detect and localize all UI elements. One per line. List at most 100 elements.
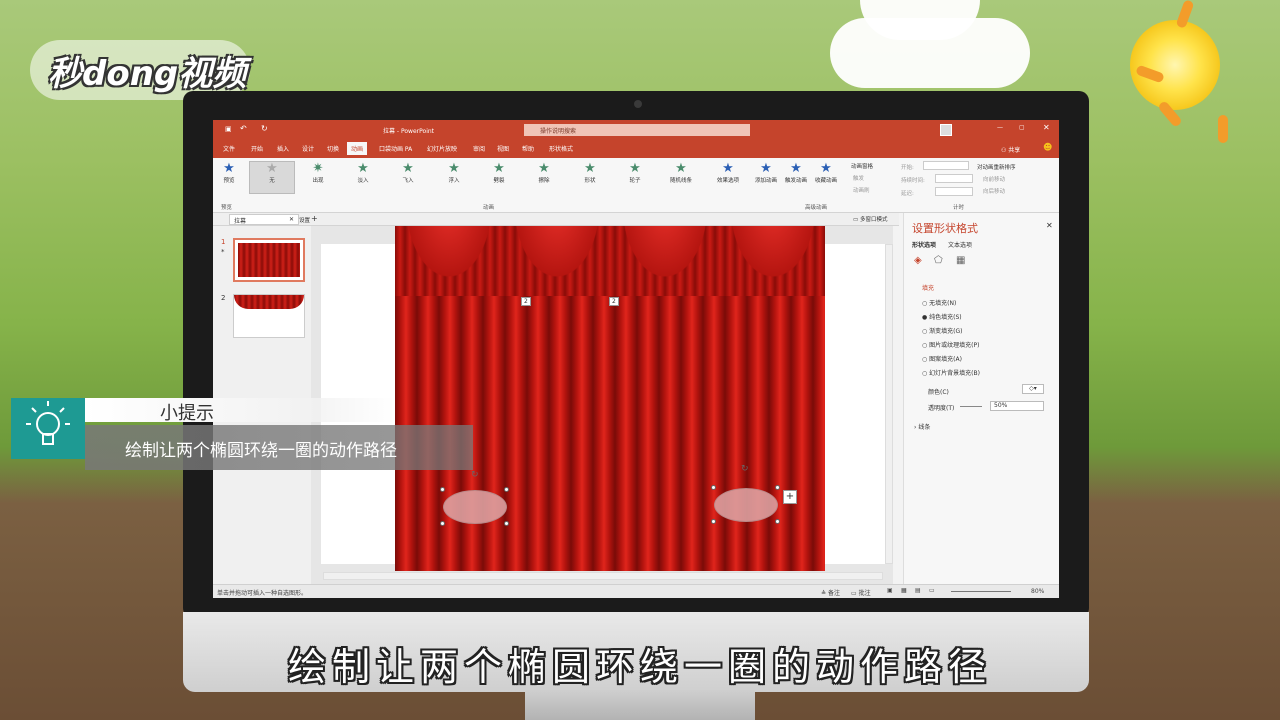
close-tab-icon[interactable]: ✕ bbox=[289, 216, 294, 223]
pane-title: 设置形状格式 bbox=[912, 222, 978, 235]
vertical-scrollbar[interactable] bbox=[885, 244, 893, 564]
preview-label: 预览 bbox=[223, 178, 235, 184]
share-button[interactable]: ⚇ 共享 bbox=[1001, 145, 1020, 154]
tab-file[interactable]: 文件 bbox=[223, 144, 235, 153]
line-section-header[interactable]: › 线条 bbox=[914, 422, 930, 431]
tab-text-options[interactable]: 文本选项 bbox=[948, 240, 972, 249]
tab-shape-options[interactable]: 形状选项 bbox=[912, 240, 936, 249]
tab-review[interactable]: 审阅 bbox=[473, 144, 485, 153]
horizontal-scrollbar[interactable] bbox=[323, 572, 883, 580]
effect-shape[interactable]: ★ 形状 bbox=[575, 162, 605, 185]
rotate-handle-icon[interactable]: ↻ bbox=[741, 464, 749, 474]
duration-input[interactable] bbox=[935, 174, 973, 183]
preview-button[interactable]: ★ 预览 bbox=[219, 162, 239, 185]
effect-none[interactable]: ★ 无 bbox=[249, 161, 295, 194]
document-tab[interactable]: 拉幕 ✕ bbox=[229, 214, 299, 225]
pane-close-icon[interactable]: ✕ bbox=[1046, 221, 1053, 230]
sorter-view-icon[interactable]: ▦ bbox=[901, 587, 907, 594]
favorite-animation-label: 收藏动画 bbox=[814, 178, 837, 184]
move-earlier-button[interactable]: 向前移动 bbox=[983, 175, 1005, 183]
slide-number: 2 bbox=[221, 294, 226, 302]
title-bar: ▣ ↶ ↻ 拉幕 - PowerPoint 操作说明搜索 — ▢ ✕ bbox=[213, 120, 1059, 140]
search-input[interactable]: 操作说明搜索 bbox=[524, 124, 750, 136]
ellipse-right[interactable] bbox=[714, 488, 778, 522]
close-button[interactable]: ✕ bbox=[1043, 123, 1050, 132]
tab-pocket-animation[interactable]: 口袋动画 PA bbox=[379, 144, 412, 153]
effects-icon[interactable]: ⬠ bbox=[934, 255, 943, 266]
transparency-input[interactable]: 50% bbox=[990, 401, 1044, 411]
fill-section-header[interactable]: 填充 bbox=[922, 283, 934, 292]
multi-window-button[interactable]: ▭ 多窗口模式 bbox=[853, 215, 887, 223]
start-select[interactable] bbox=[923, 161, 969, 170]
doc-settings[interactable]: 设置 bbox=[299, 216, 310, 224]
tab-transitions[interactable]: 切换 bbox=[327, 144, 339, 153]
transparency-label: 透明度(T) bbox=[928, 405, 955, 412]
move-later-button[interactable]: 向后移动 bbox=[983, 187, 1005, 195]
undo-icon[interactable]: ↶ bbox=[240, 124, 247, 133]
radio-gradient-fill[interactable]: ○ 渐变填充(G) bbox=[922, 326, 963, 335]
motion-path-marker[interactable]: 2 bbox=[609, 297, 619, 306]
status-bar: 单击并拖动可插入一种自选图形。 ≜ 备注 ▭ 批注 ▣ ▦ ▤ ▭ 80% bbox=[213, 584, 1059, 598]
fill-option-label: 无填充(N) bbox=[929, 300, 957, 307]
video-subtitle: 绘制让两个椭圆环绕一圈的动作路径 bbox=[287, 645, 992, 689]
effect-split[interactable]: ★ 劈裂 bbox=[484, 162, 514, 185]
tab-insert[interactable]: 插入 bbox=[277, 144, 289, 153]
effect-label: 出现 bbox=[312, 178, 324, 184]
normal-view-icon[interactable]: ▣ bbox=[887, 587, 893, 594]
zoom-level[interactable]: 80% bbox=[1031, 588, 1044, 595]
fill-line-icon[interactable]: ◈ bbox=[914, 255, 922, 266]
user-avatar[interactable] bbox=[940, 124, 952, 136]
multi-window-label: 多窗口模式 bbox=[859, 217, 888, 223]
comments-button[interactable]: ▭ 批注 bbox=[851, 588, 871, 597]
effect-wheel[interactable]: ★ 轮子 bbox=[620, 162, 650, 185]
trigger-dropdown[interactable]: 触发 bbox=[853, 174, 864, 182]
slide[interactable]: 2 2 ↻ ↻ + bbox=[321, 226, 893, 571]
animation-pane-button[interactable]: 动画窗格 bbox=[851, 162, 873, 170]
tab-shape-format[interactable]: 形状格式 bbox=[549, 144, 573, 153]
effect-label: 劈裂 bbox=[493, 178, 505, 184]
reading-view-icon[interactable]: ▤ bbox=[915, 587, 921, 594]
redo-icon[interactable]: ↻ bbox=[261, 124, 268, 133]
maximize-button[interactable]: ▢ bbox=[1019, 124, 1025, 131]
tab-slideshow[interactable]: 幻灯片放映 bbox=[427, 144, 457, 153]
motion-path-marker[interactable]: 2 bbox=[521, 297, 531, 306]
radio-pattern-fill[interactable]: ○ 图案填充(A) bbox=[922, 354, 962, 363]
effect-float-in[interactable]: ★ 浮入 bbox=[439, 162, 469, 185]
effect-random-bars[interactable]: ★ 随机线条 bbox=[663, 162, 699, 185]
slideshow-view-icon[interactable]: ▭ bbox=[929, 587, 935, 594]
favorite-animation-button[interactable]: ★ 收藏动画 bbox=[811, 162, 841, 185]
new-tab-icon[interactable]: + bbox=[311, 214, 318, 223]
effect-appear[interactable]: ✷ 出现 bbox=[303, 162, 333, 185]
notes-button[interactable]: ≜ 备注 bbox=[821, 588, 840, 597]
effect-fade[interactable]: ★ 淡入 bbox=[348, 162, 378, 185]
animation-painter-button[interactable]: 动画刷 bbox=[853, 186, 870, 194]
radio-picture-fill[interactable]: ○ 图片或纹理填充(P) bbox=[922, 340, 979, 349]
zoom-slider[interactable] bbox=[951, 591, 1011, 592]
monitor-stand bbox=[525, 690, 755, 720]
slide-thumbnail-2[interactable] bbox=[233, 294, 305, 338]
transparency-slider[interactable] bbox=[960, 406, 982, 407]
slide-thumbnail-1[interactable] bbox=[233, 238, 305, 282]
rotate-handle-icon[interactable]: ↻ bbox=[471, 470, 479, 480]
tab-help[interactable]: 帮助 bbox=[522, 144, 534, 153]
radio-solid-fill[interactable]: ● 纯色填充(S) bbox=[922, 312, 962, 321]
tab-home[interactable]: 开始 bbox=[251, 144, 263, 153]
tab-animations[interactable]: 动画 bbox=[347, 142, 368, 155]
size-properties-icon[interactable]: ▦ bbox=[956, 255, 965, 266]
color-picker[interactable]: ◇▾ bbox=[1022, 384, 1044, 394]
minimize-button[interactable]: — bbox=[997, 124, 1003, 131]
effect-options-button[interactable]: ★ 效果选项 bbox=[713, 162, 743, 185]
tab-view[interactable]: 视图 bbox=[497, 144, 509, 153]
ellipse-left[interactable] bbox=[443, 490, 507, 524]
effect-wipe[interactable]: ★ 擦除 bbox=[529, 162, 559, 185]
add-shape-icon[interactable]: + bbox=[783, 490, 797, 504]
smiley-icon[interactable]: ☻ bbox=[1043, 143, 1052, 153]
save-icon[interactable]: ▣ bbox=[225, 125, 232, 133]
effect-fly-in[interactable]: ★ 飞入 bbox=[393, 162, 423, 185]
delay-input[interactable] bbox=[935, 187, 973, 196]
tab-design[interactable]: 设计 bbox=[302, 144, 314, 153]
trigger-animation-button[interactable]: ★ 触发动画 bbox=[781, 162, 811, 185]
radio-no-fill[interactable]: ○ 无填充(N) bbox=[922, 298, 956, 307]
radio-background-fill[interactable]: ○ 幻灯片背景填充(B) bbox=[922, 368, 980, 377]
add-animation-button[interactable]: ★ 添加动画 bbox=[751, 162, 781, 185]
